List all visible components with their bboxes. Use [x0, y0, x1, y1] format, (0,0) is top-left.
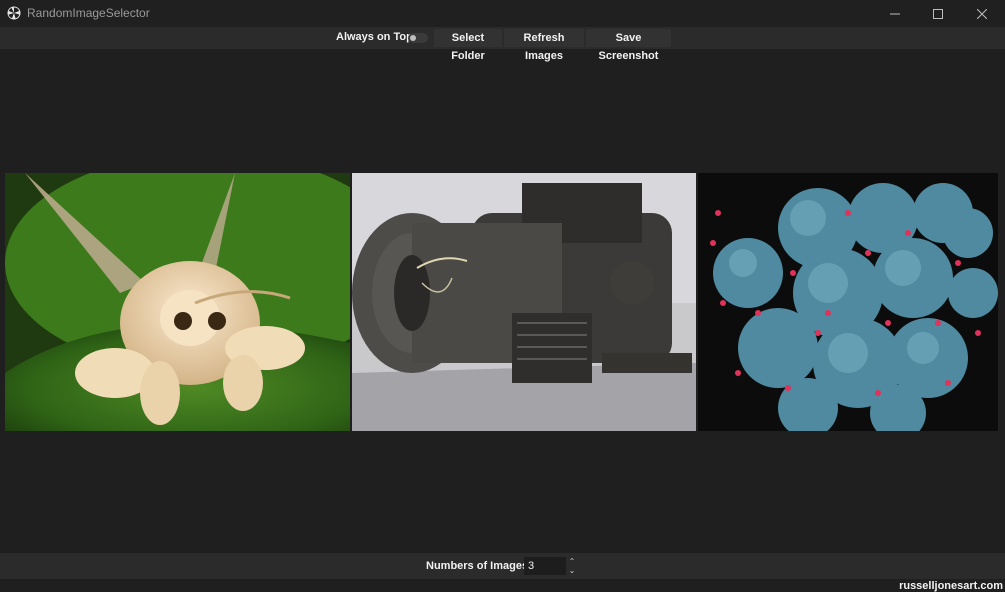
always-on-top-toggle[interactable] — [408, 33, 428, 43]
toggle-knob — [410, 35, 416, 41]
app-window: RandomImageSelector Always on Top Select… — [0, 0, 1005, 592]
minimize-icon — [890, 13, 900, 14]
image-strip — [5, 173, 998, 431]
title-bar[interactable]: RandomImageSelector — [0, 0, 1005, 27]
image-count-label: Numbers of Images — [426, 560, 529, 572]
bottom-bar: Numbers of Images ⌃ ⌄ — [0, 553, 1005, 579]
toolbar: Always on Top Select Folder Refresh Imag… — [0, 27, 1005, 62]
always-on-top-label: Always on Top — [336, 31, 413, 43]
maximize-icon — [933, 8, 943, 19]
image-count-spinner[interactable]: ⌃ ⌄ — [567, 557, 577, 575]
footer-credit: russelljonesart.com — [899, 580, 1003, 592]
image-count-input[interactable] — [524, 557, 566, 575]
image-cells — [698, 173, 998, 431]
image-moth — [5, 173, 350, 431]
chevron-up-icon[interactable]: ⌃ — [567, 557, 577, 566]
window-title: RandomImageSelector — [27, 6, 150, 20]
minimize-button[interactable] — [873, 0, 917, 27]
close-icon — [977, 8, 987, 19]
close-button[interactable] — [960, 0, 1004, 27]
pinwheel-icon — [7, 6, 21, 20]
select-folder-button[interactable]: Select Folder — [434, 29, 502, 62]
refresh-images-button[interactable]: Refresh Images — [504, 29, 584, 62]
maximize-button[interactable] — [916, 0, 960, 27]
image-engine — [352, 173, 696, 431]
chevron-down-icon[interactable]: ⌄ — [567, 566, 577, 575]
save-screenshot-button[interactable]: Save Screenshot — [586, 29, 671, 62]
